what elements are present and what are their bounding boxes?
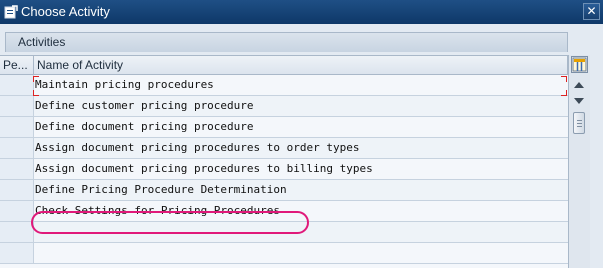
scroll-up-arrow-icon[interactable] xyxy=(574,82,584,88)
activities-section-title: Activities xyxy=(5,32,568,52)
focus-indicator xyxy=(561,76,567,82)
row-selector[interactable] xyxy=(0,96,34,116)
row-selector[interactable] xyxy=(0,117,34,137)
dialog-body: Activities Pe... Name of Activity Mainta… xyxy=(0,24,603,268)
window-title: Choose Activity xyxy=(21,4,110,19)
choose-activity-window-icon xyxy=(4,5,18,19)
window-titlebar: Choose Activity ✕ xyxy=(0,0,603,24)
activity-name-cell[interactable]: Define Pricing Procedure Determination xyxy=(34,180,568,200)
activity-name-cell[interactable]: Define customer pricing procedure xyxy=(34,96,568,116)
row-selector[interactable] xyxy=(0,159,34,179)
row-selector[interactable] xyxy=(0,201,34,221)
focus-indicator xyxy=(33,90,39,96)
scroll-thumb[interactable] xyxy=(573,112,585,134)
activity-name-cell[interactable] xyxy=(34,243,568,263)
row-selector[interactable] xyxy=(0,180,34,200)
activity-name-cell[interactable]: Assign document pricing procedures to or… xyxy=(34,138,568,158)
row-selector[interactable] xyxy=(0,138,34,158)
table-row[interactable]: Assign document pricing procedures to or… xyxy=(0,138,568,159)
focus-indicator xyxy=(561,90,567,96)
column-header-pe[interactable]: Pe... xyxy=(0,56,34,75)
row-selector[interactable] xyxy=(0,243,34,263)
vertical-scrollbar[interactable] xyxy=(568,55,590,268)
row-selector[interactable] xyxy=(0,75,34,95)
table-row[interactable] xyxy=(0,243,568,264)
focus-indicator xyxy=(33,76,39,82)
scroll-down-arrow-icon[interactable] xyxy=(574,98,584,104)
highlight-annotation xyxy=(31,211,309,234)
table-row[interactable]: Maintain pricing procedures xyxy=(0,75,568,96)
column-settings-icon[interactable] xyxy=(571,56,588,73)
close-icon[interactable]: ✕ xyxy=(583,3,600,20)
activity-name-cell[interactable]: Assign document pricing procedures to bi… xyxy=(34,159,568,179)
table-row[interactable]: Assign document pricing procedures to bi… xyxy=(0,159,568,180)
table-row[interactable]: Define Pricing Procedure Determination xyxy=(0,180,568,201)
activity-name-cell[interactable]: Maintain pricing procedures xyxy=(34,75,568,95)
activity-name-cell[interactable]: Define document pricing procedure xyxy=(34,117,568,137)
table-row[interactable]: Define customer pricing procedure xyxy=(0,96,568,117)
column-header-name-of-activity[interactable]: Name of Activity xyxy=(34,56,568,75)
table-row[interactable]: Define document pricing procedure xyxy=(0,117,568,138)
row-selector[interactable] xyxy=(0,222,34,242)
activities-table: Pe... Name of Activity Maintain pricing … xyxy=(0,55,568,268)
